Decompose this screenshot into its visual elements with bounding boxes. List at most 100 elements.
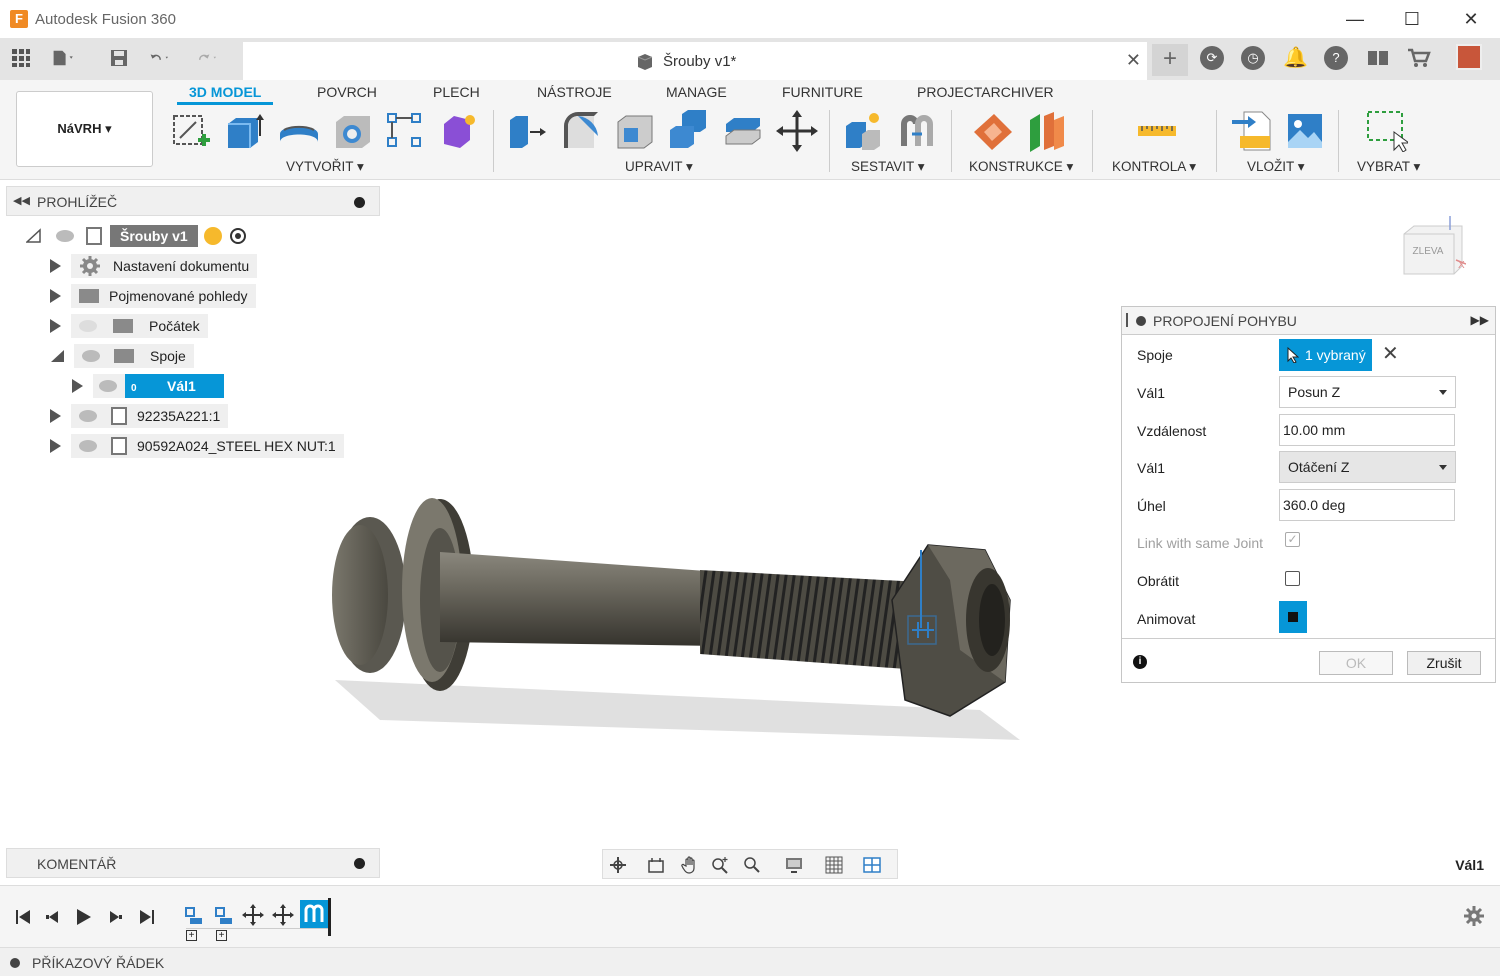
timeline-move-feature-icon[interactable] [272,904,294,926]
clear-selection-icon[interactable]: ✕ [1382,341,1399,366]
visibility-eye-icon[interactable] [56,230,74,242]
view-cube[interactable]: ZLEVA Z X Y [1398,216,1466,278]
group-vlozit[interactable]: VLOŽIT ▾ [1247,159,1305,175]
pan-hand-icon[interactable] [681,856,699,874]
tree-item-document-settings[interactable]: Nastavení dokumentu [50,254,258,278]
measure-icon[interactable] [1136,110,1178,152]
expand-command-line-icon[interactable] [10,958,20,968]
version-badge-icon[interactable] [203,227,222,245]
tree-item-named-views[interactable]: Pojmenované pohledy [50,284,256,308]
minimize-button[interactable]: — [1335,6,1375,32]
look-at-icon[interactable] [647,856,665,874]
group-konstrukce[interactable]: KONSTRUKCE ▾ [969,159,1073,175]
hole-icon[interactable] [332,110,374,152]
grid-settings-icon[interactable] [825,856,843,874]
group-kontrola[interactable]: KONTROLA ▾ [1112,159,1196,175]
cancel-button[interactable]: Zrušit [1407,651,1481,675]
expand-triangle-icon[interactable] [72,379,83,393]
rotation-type-dropdown[interactable]: Otáčení Z [1279,451,1456,483]
undo-icon[interactable] [150,46,174,70]
zoom-icon[interactable] [711,856,729,874]
tab-3d-model[interactable]: 3D MODEL [177,84,274,105]
notifications-bell-icon[interactable]: 🔔 [1283,46,1308,70]
minimize-browser-icon[interactable] [354,197,365,208]
attached-canvas-icon[interactable] [1284,110,1326,152]
expand-triangle-icon[interactable] [50,259,61,273]
command-line-bar[interactable]: PŘÍKAZOVÝ ŘÁDEK [0,947,1500,976]
move-copy-icon[interactable] [776,110,818,152]
document-tab[interactable]: Šrouby v1* ✕ [243,42,1147,80]
drag-handle-icon[interactable] [1126,313,1128,327]
viewports-icon[interactable] [863,856,881,874]
redo-icon[interactable] [198,46,222,70]
expanded-triangle-icon[interactable] [50,348,66,364]
display-settings-icon[interactable] [785,856,803,874]
distance-input[interactable]: 10.00 mm [1279,414,1455,446]
expand-arrows-icon[interactable]: ▶▶ [1471,313,1489,327]
go-to-start-icon[interactable] [14,908,32,926]
store-cart-icon[interactable] [1407,46,1431,70]
joints-selection-button[interactable]: 1 vybraný [1279,339,1372,371]
tab-projectarchiver[interactable]: PROJECTARCHIVER [917,84,1054,100]
timeline-group-expand-icon[interactable]: + [216,930,227,941]
motion-type-dropdown[interactable]: Posun Z [1279,376,1456,408]
tab-plech[interactable]: PLECH [433,84,480,100]
expanded-triangle-icon[interactable] [26,228,42,244]
timeline-joint-feature-icon[interactable] [182,904,204,926]
new-component-icon[interactable] [842,110,884,152]
browser-header[interactable]: ◀◀ PROHLÍŽEČ [6,186,380,216]
joint-icon[interactable] [896,110,938,152]
expand-triangle-icon[interactable] [50,439,61,453]
collapse-arrows-icon[interactable]: ◀◀ [13,194,30,207]
collapse-dialog-icon[interactable] [1136,316,1146,326]
tree-item-origin[interactable]: Počátek [50,314,208,338]
link-same-joint-checkbox[interactable]: ✓ [1285,532,1300,547]
timeline-move-feature-icon[interactable] [242,904,264,926]
tree-root[interactable]: Šrouby v1 [26,224,246,248]
info-icon[interactable]: i [1133,655,1147,669]
activate-radio-icon[interactable] [229,228,246,244]
workspace-switcher[interactable]: NáVRH ▾ [16,91,153,167]
close-window-button[interactable]: ✕ [1451,6,1491,32]
reverse-checkbox[interactable] [1285,571,1300,586]
ok-button[interactable]: OK [1319,651,1393,675]
learning-book-icon[interactable] [1366,46,1390,70]
close-tab-icon[interactable]: ✕ [1126,50,1141,71]
timeline-marker[interactable] [328,898,331,936]
expand-triangle-icon[interactable] [50,289,61,303]
combine-icon[interactable] [668,110,710,152]
timeline-settings-gear-icon[interactable] [1464,906,1484,926]
offset-plane-icon[interactable] [972,110,1014,152]
angle-input[interactable]: 360.0 deg [1279,489,1455,521]
hidden-eye-icon[interactable] [79,320,97,332]
dialog-header[interactable]: PROPOJENÍ POHYBU ▶▶ [1122,307,1495,335]
new-tab-button[interactable]: + [1152,44,1188,76]
expand-triangle-icon[interactable] [50,319,61,333]
visibility-eye-icon[interactable] [79,440,97,452]
group-sestavit[interactable]: SESTAVIT ▾ [851,159,925,175]
selected-joint-label[interactable]: 0 Vál1 [125,374,224,398]
add-comment-icon[interactable] [354,858,365,869]
comments-bar[interactable]: KOMENTÁŘ [6,848,380,878]
revolve-icon[interactable] [278,110,320,152]
step-forward-icon[interactable] [106,908,124,926]
create-sketch-icon[interactable] [170,110,212,152]
group-vytvorit[interactable]: VYTVOŘIT ▾ [286,159,364,175]
tree-item-joint-val1[interactable]: 0 Vál1 [72,374,224,398]
tab-furniture[interactable]: FURNITURE [782,84,863,100]
zoom-window-icon[interactable] [743,856,761,874]
group-upravit[interactable]: UPRAVIT ▾ [625,159,693,175]
create-form-icon[interactable] [438,110,480,152]
visibility-eye-icon[interactable] [99,380,117,392]
insert-svg-icon[interactable] [1230,110,1272,152]
data-panel-grid-icon[interactable] [9,46,33,70]
fillet-icon[interactable] [560,110,602,152]
visibility-eye-icon[interactable] [79,410,97,422]
orbit-icon[interactable] [609,856,627,874]
plane-at-angle-icon[interactable] [1026,110,1068,152]
maximize-button[interactable]: ☐ [1392,6,1432,32]
group-vybrat[interactable]: VYBRAT ▾ [1357,159,1420,175]
offset-face-icon[interactable] [722,110,764,152]
pattern-icon[interactable] [384,110,426,152]
help-icon[interactable]: ? [1324,46,1348,70]
